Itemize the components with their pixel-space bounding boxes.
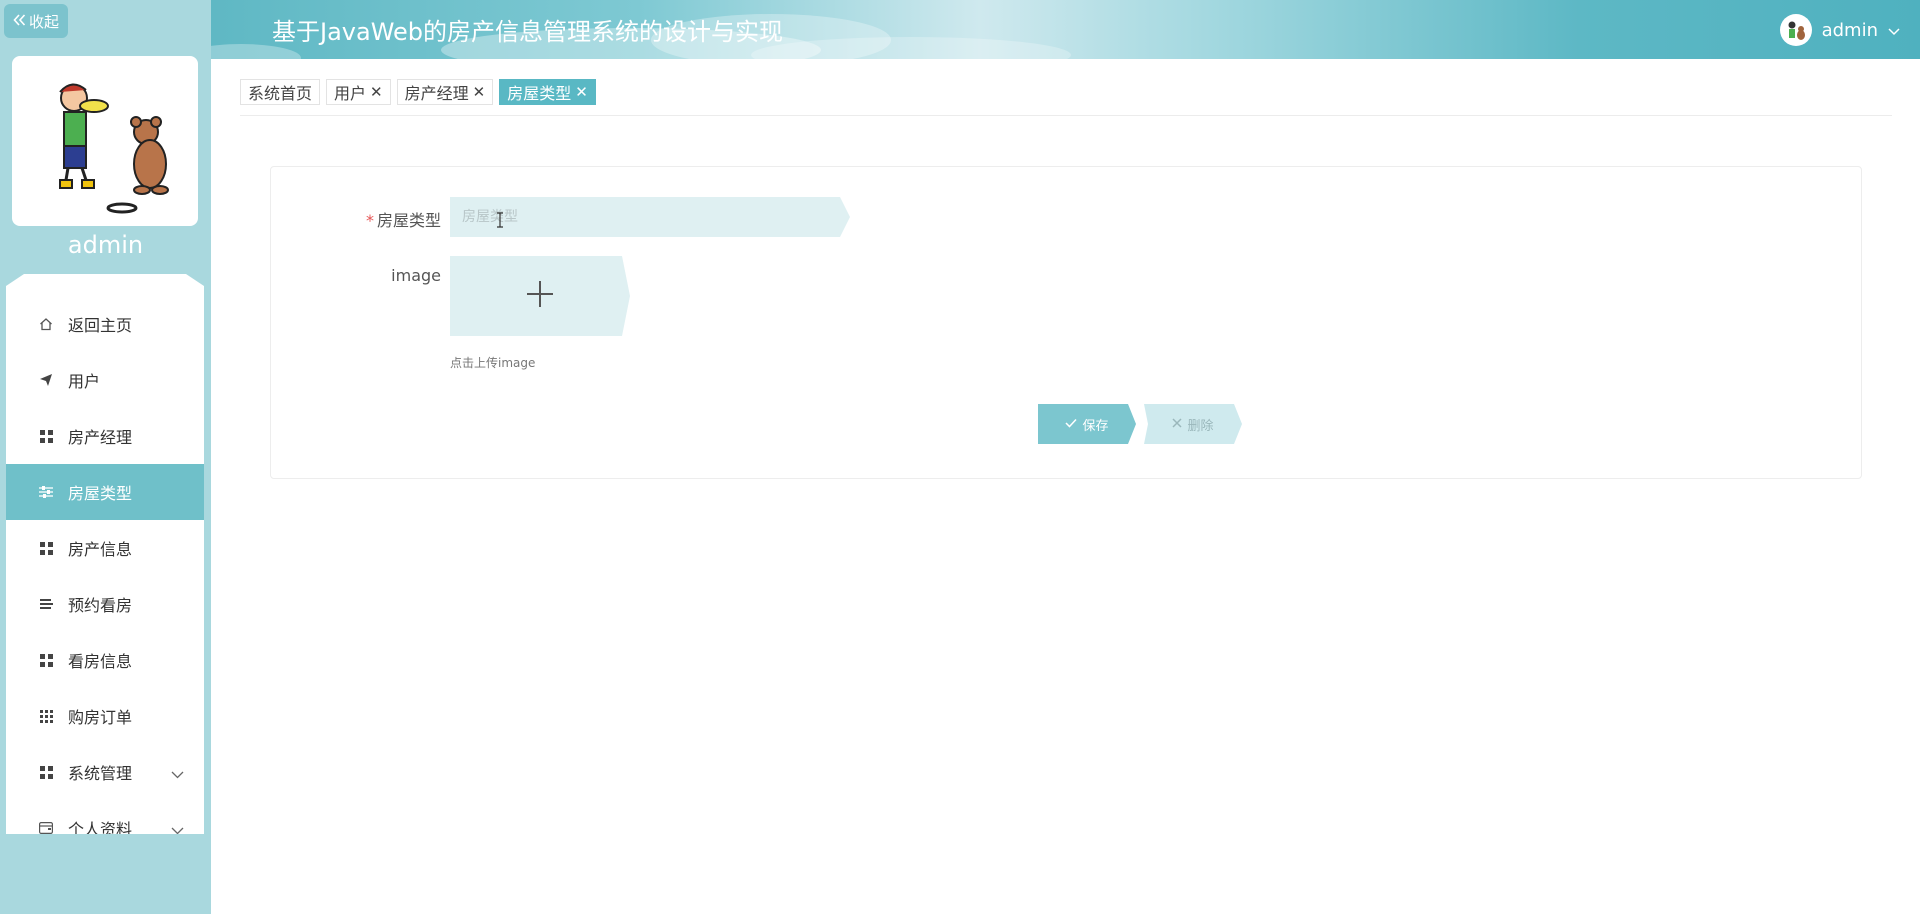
avatar-illustration: [59, 83, 169, 214]
tab-label: 系统首页: [248, 84, 313, 103]
delete-button[interactable]: 删除: [1144, 404, 1242, 444]
upload-hint: 点击上传image: [450, 356, 536, 370]
delete-label: 删除: [1187, 418, 1214, 434]
sidebar-item-profile[interactable]: 个人资料: [6, 800, 204, 839]
sidebar-item-label: 用户: [68, 372, 101, 391]
sidebar-item-label: 个人资料: [68, 820, 133, 839]
sidebar-item-label: 系统管理: [68, 764, 133, 783]
save-label: 保存: [1082, 418, 1109, 434]
plus-icon: [526, 280, 554, 312]
text-cursor-icon: [496, 212, 504, 232]
save-button[interactable]: 保存: [1038, 404, 1136, 444]
tab-house-types[interactable]: 房屋类型 ✕: [499, 79, 596, 105]
sidebar-item-home[interactable]: 返回主页: [6, 296, 204, 352]
dots-grid-icon: [38, 708, 54, 724]
grid-icon: [38, 428, 54, 444]
close-icon: [1172, 417, 1183, 432]
grid-icon: [38, 540, 54, 556]
top-header: 基于JavaWeb的房产信息管理系统的设计与实现 admin: [211, 0, 1920, 59]
sidebar-item-label: 预约看房: [68, 596, 133, 615]
sidebar-username: admin: [67, 231, 144, 259]
sidebar-item-property-managers[interactable]: 房产经理: [6, 408, 204, 464]
chevron-down-icon: [171, 764, 184, 783]
tab-system-home[interactable]: 系统首页: [240, 79, 321, 105]
close-icon[interactable]: ✕: [473, 83, 486, 101]
sliders-icon: [38, 484, 54, 500]
check-icon: [1065, 417, 1078, 432]
close-icon[interactable]: ✕: [370, 83, 383, 101]
avatar: [12, 56, 198, 226]
tab-label: 房屋类型: [507, 84, 572, 103]
user-menu[interactable]: admin: [1779, 14, 1900, 46]
chevron-down-icon: [171, 820, 184, 834]
sidebar-item-property-info[interactable]: 房产信息: [6, 520, 204, 576]
sidebar-item-label: 房产信息: [68, 540, 133, 559]
paper-plane-icon: [38, 372, 54, 388]
chevron-down-icon: [1888, 20, 1900, 41]
required-marker: *: [365, 211, 374, 230]
house-type-label: * 房屋类型: [341, 207, 441, 231]
sidebar-item-house-types[interactable]: 房屋类型: [6, 464, 204, 520]
house-type-label-text: 房屋类型: [376, 211, 441, 230]
sidebar-item-users[interactable]: 用户: [6, 352, 204, 408]
double-chevron-left-icon: [13, 12, 26, 30]
grid-icon: [38, 764, 54, 780]
sidebar-item-label: 返回主页: [68, 316, 133, 335]
sidebar: 收起 admin 返回主页 用户 房产经理 房屋类型 房产信息 预约看房 看房信…: [0, 0, 211, 914]
collapse-sidebar-button[interactable]: 收起: [4, 4, 68, 38]
sidebar-item-label: 房产经理: [68, 428, 133, 447]
tab-label: 房产经理: [404, 84, 469, 103]
sidebar-item-purchase-orders[interactable]: 购房订单: [6, 688, 204, 744]
app-title: 基于JavaWeb的房产信息管理系统的设计与实现: [272, 18, 784, 46]
header-username: admin: [1821, 19, 1878, 41]
house-type-input[interactable]: [450, 197, 850, 237]
home-icon: [38, 316, 54, 332]
sidebar-item-viewing-info[interactable]: 看房信息: [6, 632, 204, 688]
image-upload-button[interactable]: [450, 256, 630, 336]
list-icon: [38, 596, 54, 612]
tab-users[interactable]: 用户 ✕: [326, 79, 391, 105]
image-label: image: [391, 266, 441, 285]
tab-label: 用户: [334, 84, 367, 103]
sidebar-item-label: 房屋类型: [68, 484, 133, 503]
tab-property-managers[interactable]: 房产经理 ✕: [396, 79, 494, 105]
sidebar-item-viewing-appointments[interactable]: 预约看房: [6, 576, 204, 632]
tab-bar: 系统首页 用户 ✕ 房产经理 ✕ 房屋类型 ✕: [240, 79, 596, 105]
grid-icon: [38, 652, 54, 668]
sidebar-menu: 返回主页 用户 房产经理 房屋类型 房产信息 预约看房 看房信息 购房订单 系统…: [6, 274, 204, 834]
sidebar-item-label: 购房订单: [68, 708, 133, 727]
collapse-label: 收起: [28, 12, 59, 31]
close-icon[interactable]: ✕: [575, 83, 588, 101]
tabs-divider: [240, 115, 1892, 116]
wallet-icon: [38, 820, 54, 834]
user-avatar: [1779, 14, 1812, 46]
sidebar-item-system-management[interactable]: 系统管理: [6, 744, 204, 800]
sidebar-item-label: 看房信息: [68, 652, 133, 671]
